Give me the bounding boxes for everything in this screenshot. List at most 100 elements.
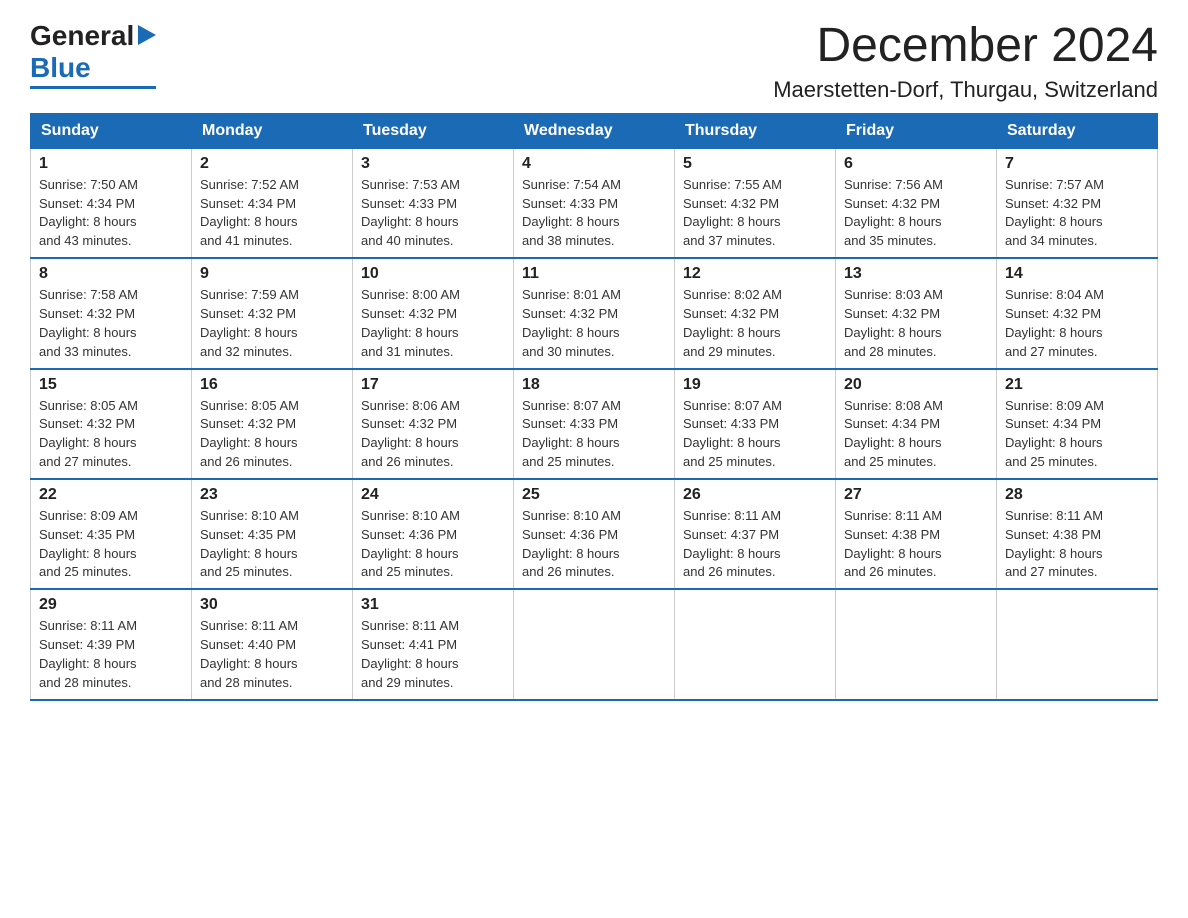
day-number: 13 bbox=[844, 265, 988, 283]
day-info: Sunrise: 8:10 AMSunset: 4:36 PMDaylight:… bbox=[522, 507, 666, 582]
table-row: 9 Sunrise: 7:59 AMSunset: 4:32 PMDaylight… bbox=[192, 258, 353, 368]
day-info: Sunrise: 8:05 AMSunset: 4:32 PMDaylight:… bbox=[39, 397, 183, 472]
day-number: 21 bbox=[1005, 376, 1149, 394]
table-row: 6 Sunrise: 7:56 AMSunset: 4:32 PMDaylight… bbox=[836, 148, 997, 258]
table-row: 16 Sunrise: 8:05 AMSunset: 4:32 PMDayligh… bbox=[192, 369, 353, 479]
table-row: 2Sunrise: 7:52 AMSunset: 4:34 PMDaylight… bbox=[192, 148, 353, 258]
table-row: 4 Sunrise: 7:54 AMSunset: 4:33 PMDaylight… bbox=[514, 148, 675, 258]
table-row: 29Sunrise: 8:11 AMSunset: 4:39 PMDayligh… bbox=[31, 589, 192, 699]
table-row: 7Sunrise: 7:57 AMSunset: 4:32 PMDaylight… bbox=[997, 148, 1158, 258]
day-info: Sunrise: 8:09 AMSunset: 4:34 PMDaylight:… bbox=[1005, 397, 1149, 472]
day-info: Sunrise: 8:11 AMSunset: 4:38 PMDaylight:… bbox=[844, 507, 988, 582]
calendar-week-2: 8 Sunrise: 7:58 AMSunset: 4:32 PMDaylight… bbox=[31, 258, 1158, 368]
day-info: Sunrise: 7:56 AMSunset: 4:32 PMDaylight:… bbox=[844, 176, 988, 251]
day-number: 3 bbox=[361, 155, 505, 173]
calendar-week-5: 29Sunrise: 8:11 AMSunset: 4:39 PMDayligh… bbox=[31, 589, 1158, 699]
day-info: Sunrise: 8:11 AMSunset: 4:37 PMDaylight:… bbox=[683, 507, 827, 582]
page-subtitle: Maerstetten-Dorf, Thurgau, Switzerland bbox=[773, 77, 1158, 103]
logo-underline bbox=[30, 86, 156, 89]
day-info: Sunrise: 8:03 AMSunset: 4:32 PMDaylight:… bbox=[844, 286, 988, 361]
day-number: 19 bbox=[683, 376, 827, 394]
day-info: Sunrise: 8:01 AMSunset: 4:32 PMDaylight:… bbox=[522, 286, 666, 361]
day-info: Sunrise: 7:58 AMSunset: 4:32 PMDaylight:… bbox=[39, 286, 183, 361]
table-row: 31 Sunrise: 8:11 AMSunset: 4:41 PMDayligh… bbox=[353, 589, 514, 699]
table-row: 15 Sunrise: 8:05 AMSunset: 4:32 PMDayligh… bbox=[31, 369, 192, 479]
day-number: 4 bbox=[522, 155, 666, 173]
table-row bbox=[997, 589, 1158, 699]
table-row: 5 Sunrise: 7:55 AMSunset: 4:32 PMDaylight… bbox=[675, 148, 836, 258]
day-info: Sunrise: 8:04 AMSunset: 4:32 PMDaylight:… bbox=[1005, 286, 1149, 361]
day-number: 18 bbox=[522, 376, 666, 394]
day-info: Sunrise: 7:50 AMSunset: 4:34 PMDaylight:… bbox=[39, 176, 183, 251]
day-number: 22 bbox=[39, 486, 183, 504]
day-info: Sunrise: 8:10 AMSunset: 4:36 PMDaylight:… bbox=[361, 507, 505, 582]
day-info: Sunrise: 8:11 AMSunset: 4:41 PMDaylight:… bbox=[361, 617, 505, 692]
table-row: 25Sunrise: 8:10 AMSunset: 4:36 PMDayligh… bbox=[514, 479, 675, 589]
day-info: Sunrise: 8:07 AMSunset: 4:33 PMDaylight:… bbox=[522, 397, 666, 472]
day-number: 8 bbox=[39, 265, 183, 283]
table-row: 18 Sunrise: 8:07 AMSunset: 4:33 PMDayligh… bbox=[514, 369, 675, 479]
day-number: 7 bbox=[1005, 155, 1149, 173]
title-block: December 2024 Maerstetten-Dorf, Thurgau,… bbox=[773, 20, 1158, 103]
table-row: 3 Sunrise: 7:53 AMSunset: 4:33 PMDaylight… bbox=[353, 148, 514, 258]
header-sunday: Sunday bbox=[31, 113, 192, 148]
table-row: 24 Sunrise: 8:10 AMSunset: 4:36 PMDayligh… bbox=[353, 479, 514, 589]
logo-triangle-icon bbox=[138, 25, 156, 50]
logo-blue: Blue bbox=[30, 52, 91, 84]
day-number: 5 bbox=[683, 155, 827, 173]
day-number: 26 bbox=[683, 486, 827, 504]
calendar-table: Sunday Monday Tuesday Wednesday Thursday… bbox=[30, 113, 1158, 701]
day-number: 20 bbox=[844, 376, 988, 394]
table-row: 21 Sunrise: 8:09 AMSunset: 4:34 PMDayligh… bbox=[997, 369, 1158, 479]
header-monday: Monday bbox=[192, 113, 353, 148]
day-number: 31 bbox=[361, 596, 505, 614]
table-row: 10Sunrise: 8:00 AMSunset: 4:32 PMDayligh… bbox=[353, 258, 514, 368]
table-row: 30Sunrise: 8:11 AMSunset: 4:40 PMDayligh… bbox=[192, 589, 353, 699]
table-row bbox=[675, 589, 836, 699]
calendar-week-3: 15 Sunrise: 8:05 AMSunset: 4:32 PMDayligh… bbox=[31, 369, 1158, 479]
day-number: 15 bbox=[39, 376, 183, 394]
day-info: Sunrise: 8:08 AMSunset: 4:34 PMDaylight:… bbox=[844, 397, 988, 472]
logo-general: General bbox=[30, 20, 134, 52]
day-info: Sunrise: 7:55 AMSunset: 4:32 PMDaylight:… bbox=[683, 176, 827, 251]
table-row: 20 Sunrise: 8:08 AMSunset: 4:34 PMDayligh… bbox=[836, 369, 997, 479]
table-row bbox=[514, 589, 675, 699]
calendar-week-1: 1 Sunrise: 7:50 AMSunset: 4:34 PMDaylight… bbox=[31, 148, 1158, 258]
day-info: Sunrise: 8:06 AMSunset: 4:32 PMDaylight:… bbox=[361, 397, 505, 472]
table-row: 22Sunrise: 8:09 AMSunset: 4:35 PMDayligh… bbox=[31, 479, 192, 589]
day-number: 12 bbox=[683, 265, 827, 283]
day-info: Sunrise: 8:07 AMSunset: 4:33 PMDaylight:… bbox=[683, 397, 827, 472]
table-row: 23Sunrise: 8:10 AMSunset: 4:35 PMDayligh… bbox=[192, 479, 353, 589]
day-number: 9 bbox=[200, 265, 344, 283]
table-row: 8 Sunrise: 7:58 AMSunset: 4:32 PMDaylight… bbox=[31, 258, 192, 368]
page-header: General Blue December 2024 Maerstetten-D… bbox=[30, 20, 1158, 103]
day-info: Sunrise: 7:53 AMSunset: 4:33 PMDaylight:… bbox=[361, 176, 505, 251]
day-info: Sunrise: 7:54 AMSunset: 4:33 PMDaylight:… bbox=[522, 176, 666, 251]
table-row: 27 Sunrise: 8:11 AMSunset: 4:38 PMDayligh… bbox=[836, 479, 997, 589]
day-info: Sunrise: 7:59 AMSunset: 4:32 PMDaylight:… bbox=[200, 286, 344, 361]
day-number: 17 bbox=[361, 376, 505, 394]
day-number: 14 bbox=[1005, 265, 1149, 283]
day-info: Sunrise: 8:02 AMSunset: 4:32 PMDaylight:… bbox=[683, 286, 827, 361]
table-row: 14 Sunrise: 8:04 AMSunset: 4:32 PMDayligh… bbox=[997, 258, 1158, 368]
logo: General Blue bbox=[30, 20, 156, 89]
day-number: 6 bbox=[844, 155, 988, 173]
day-info: Sunrise: 8:10 AMSunset: 4:35 PMDaylight:… bbox=[200, 507, 344, 582]
table-row: 17 Sunrise: 8:06 AMSunset: 4:32 PMDayligh… bbox=[353, 369, 514, 479]
day-info: Sunrise: 8:11 AMSunset: 4:38 PMDaylight:… bbox=[1005, 507, 1149, 582]
header-wednesday: Wednesday bbox=[514, 113, 675, 148]
table-row: 19 Sunrise: 8:07 AMSunset: 4:33 PMDayligh… bbox=[675, 369, 836, 479]
day-number: 24 bbox=[361, 486, 505, 504]
day-info: Sunrise: 8:05 AMSunset: 4:32 PMDaylight:… bbox=[200, 397, 344, 472]
table-row: 1 Sunrise: 7:50 AMSunset: 4:34 PMDaylight… bbox=[31, 148, 192, 258]
day-number: 1 bbox=[39, 155, 183, 173]
day-info: Sunrise: 8:11 AMSunset: 4:39 PMDaylight:… bbox=[39, 617, 183, 692]
day-number: 11 bbox=[522, 265, 666, 283]
day-info: Sunrise: 7:52 AMSunset: 4:34 PMDaylight:… bbox=[200, 176, 344, 251]
day-number: 16 bbox=[200, 376, 344, 394]
table-row: 26 Sunrise: 8:11 AMSunset: 4:37 PMDayligh… bbox=[675, 479, 836, 589]
table-row: 12 Sunrise: 8:02 AMSunset: 4:32 PMDayligh… bbox=[675, 258, 836, 368]
calendar-week-4: 22Sunrise: 8:09 AMSunset: 4:35 PMDayligh… bbox=[31, 479, 1158, 589]
table-row bbox=[836, 589, 997, 699]
day-number: 27 bbox=[844, 486, 988, 504]
